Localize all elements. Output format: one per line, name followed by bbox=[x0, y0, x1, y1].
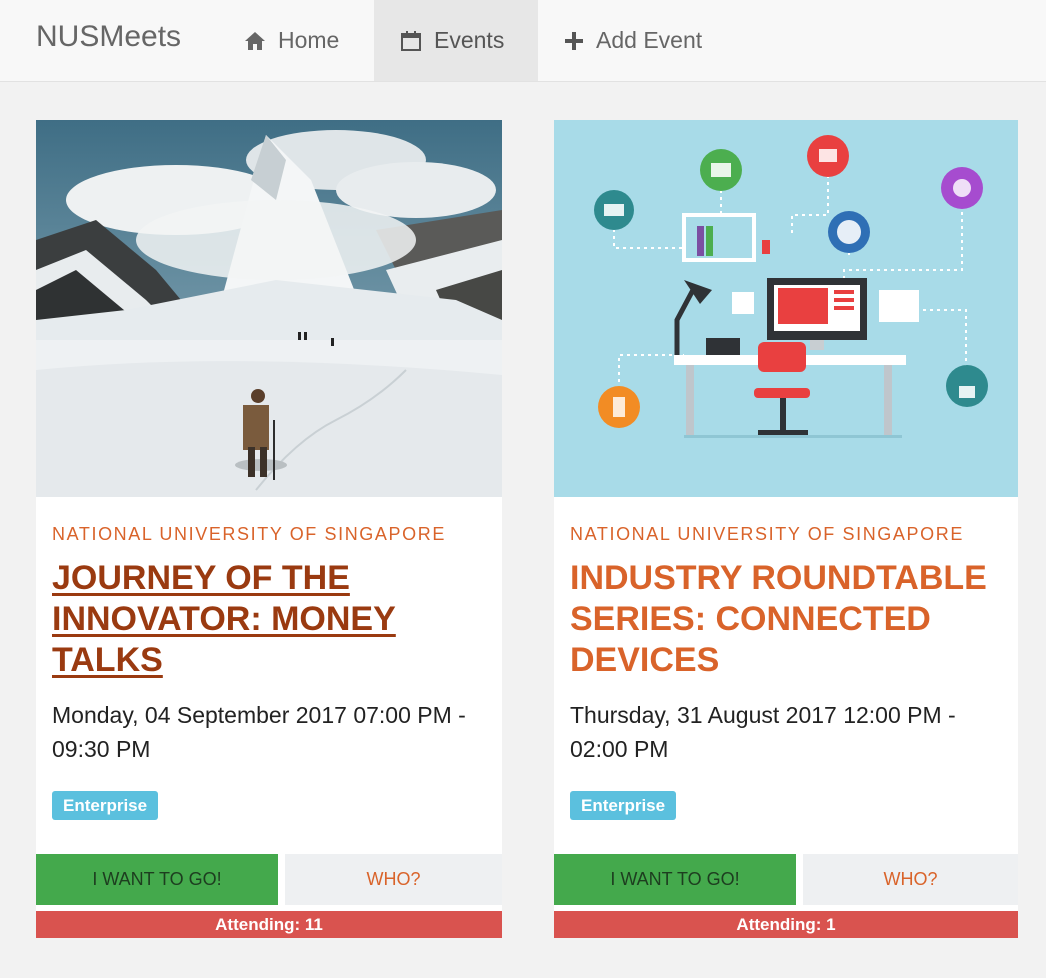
event-image-connected-devices[interactable] bbox=[554, 120, 1018, 497]
event-datetime: Thursday, 31 August 2017 12:00 PM - 02:0… bbox=[570, 702, 956, 762]
event-card: NATIONAL UNIVERSITY OF SINGAPORE JOURNEY… bbox=[36, 120, 502, 938]
event-datetime: Monday, 04 September 2017 07:00 PM - 09:… bbox=[52, 702, 466, 762]
event-title[interactable]: INDUSTRY ROUNDTABLE SERIES: CONNECTED DE… bbox=[570, 558, 1010, 681]
event-category-badge: Enterprise bbox=[570, 791, 677, 820]
event-category-badge: Enterprise bbox=[52, 791, 159, 820]
nav-home-label: Home bbox=[278, 27, 340, 53]
event-title-link[interactable]: JOURNEY OF THE INNOVATOR: MONEY TALKS bbox=[52, 558, 492, 681]
event-card: NATIONAL UNIVERSITY OF SINGAPORE INDUSTR… bbox=[554, 120, 1018, 938]
nav-events-link[interactable]: Events bbox=[374, 0, 538, 81]
nav-home-link[interactable]: Home bbox=[218, 0, 365, 81]
calendar-icon bbox=[400, 30, 422, 52]
i-want-to-go-button[interactable]: I WANT TO GO! bbox=[554, 854, 796, 905]
attending-count-bar: Attending: 11 bbox=[36, 911, 502, 938]
who-button[interactable]: WHO? bbox=[803, 854, 1018, 905]
plus-icon bbox=[564, 31, 584, 51]
attending-count-bar: Attending: 1 bbox=[554, 911, 1018, 938]
event-organizer: NATIONAL UNIVERSITY OF SINGAPORE bbox=[52, 524, 446, 544]
nav-add-event-label: Add Event bbox=[596, 27, 703, 53]
home-icon bbox=[244, 31, 266, 51]
brand-logo[interactable]: NUSMeets bbox=[36, 20, 181, 54]
who-button[interactable]: WHO? bbox=[285, 854, 502, 905]
nav-events-label: Events bbox=[434, 27, 505, 53]
i-want-to-go-button[interactable]: I WANT TO GO! bbox=[36, 854, 278, 905]
top-navbar: NUSMeets Home Events Add Event bbox=[0, 0, 1046, 82]
event-organizer: NATIONAL UNIVERSITY OF SINGAPORE bbox=[570, 524, 964, 544]
event-image-mountain[interactable] bbox=[36, 120, 502, 497]
nav-add-event-link[interactable]: Add Event bbox=[538, 0, 728, 81]
